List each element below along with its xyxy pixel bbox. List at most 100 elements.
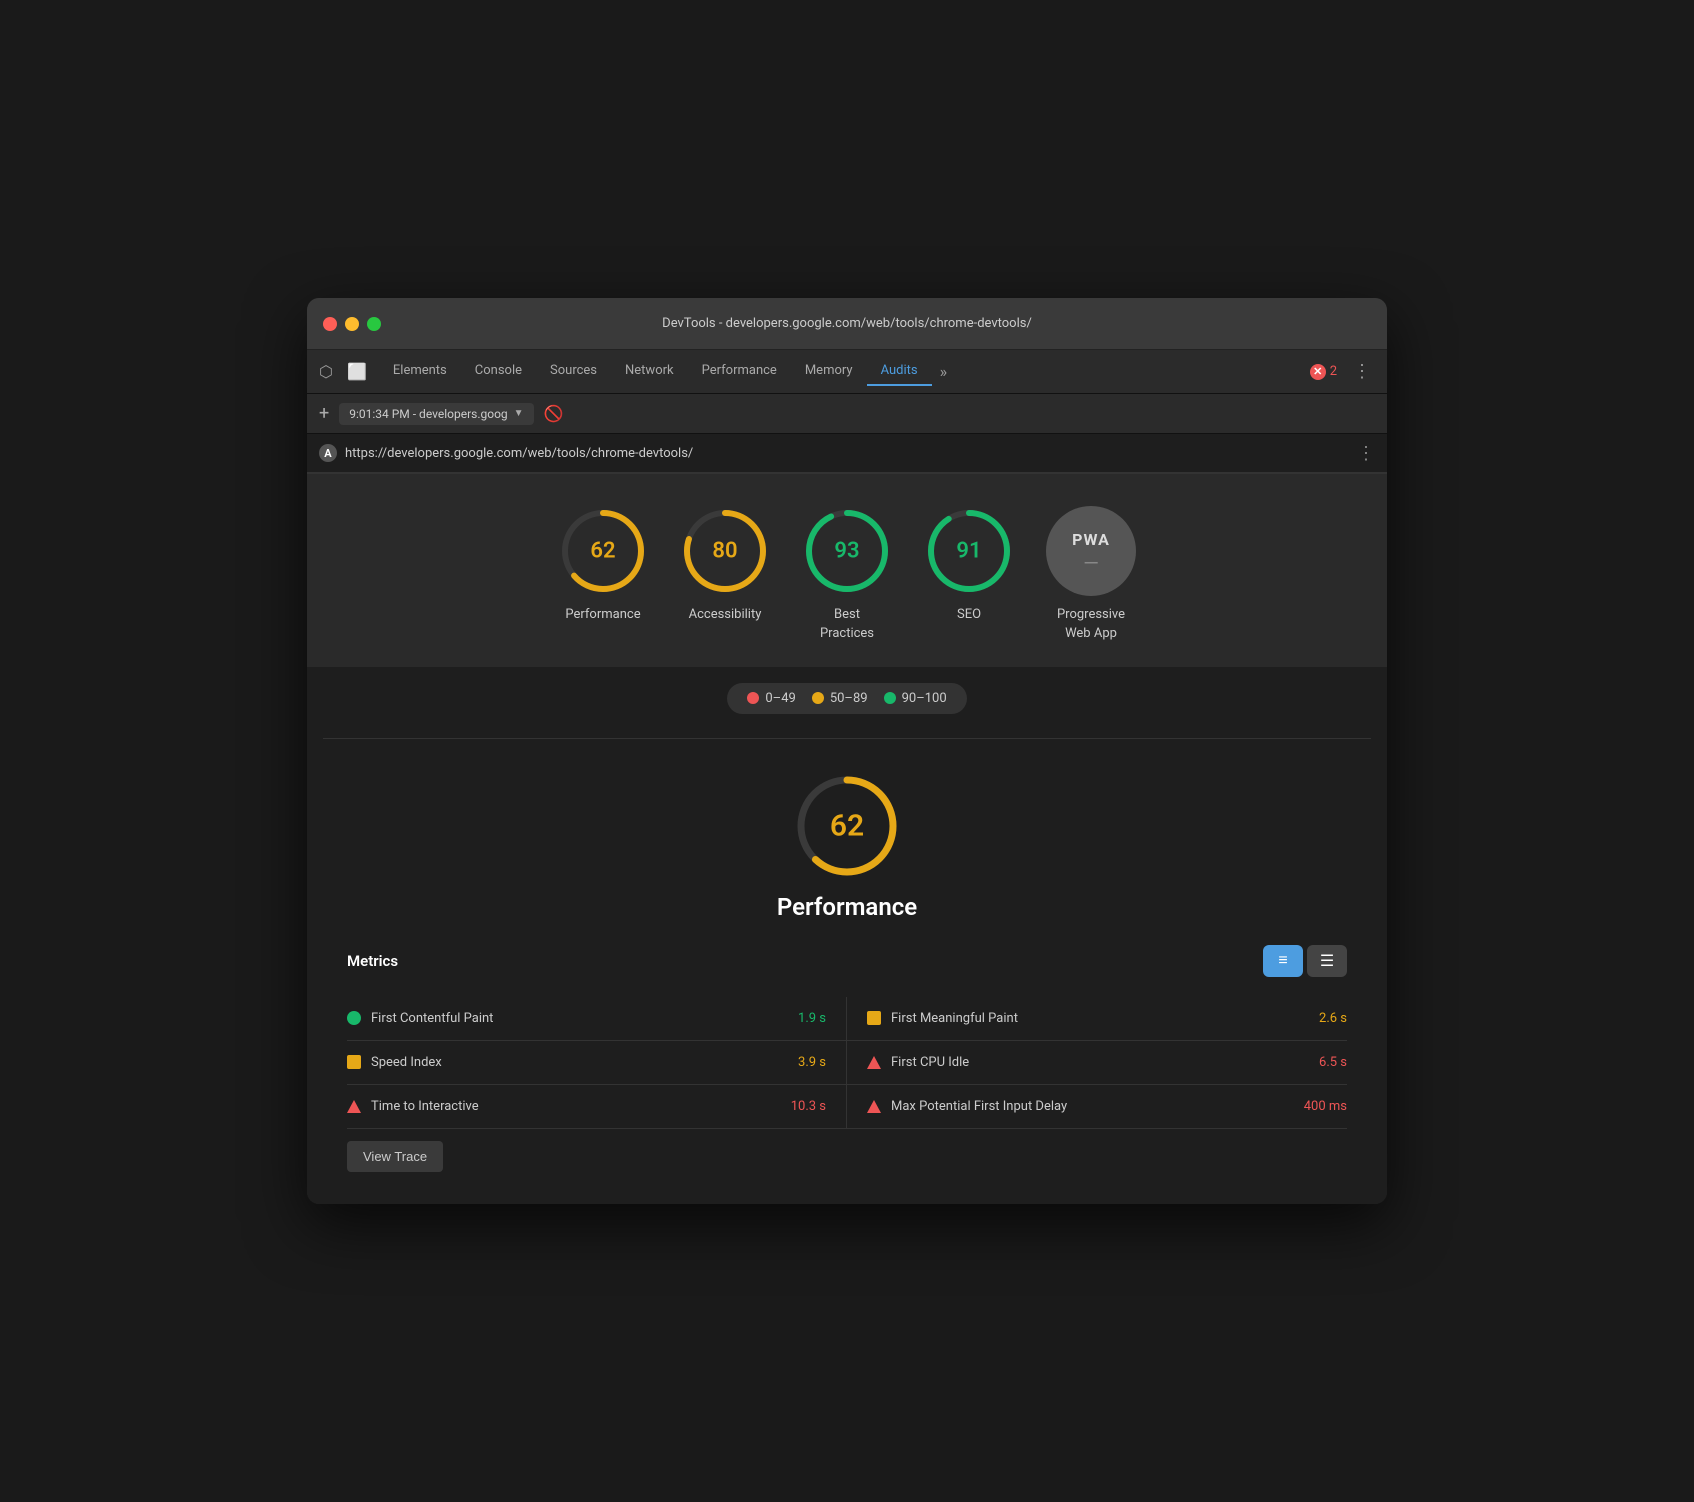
tab-sources[interactable]: Sources [536,357,611,386]
legend-item-low: 0–49 [747,691,795,706]
score-item-seo[interactable]: 91 SEO [924,506,1014,642]
score-value-best-practices: 93 [834,539,859,564]
score-value-seo: 91 [956,539,981,564]
devtools-tab-bar: ⬡ ⬜ Elements Console Sources Network Per… [307,350,1387,394]
metrics-header: Metrics ≡ ☰ [347,945,1347,981]
metrics-toggle: ≡ ☰ [1263,945,1347,977]
detail-score-label: Performance [777,893,917,921]
grid-icon: ≡ [1278,952,1287,970]
browser-window: DevTools - developers.google.com/web/too… [307,298,1387,1203]
view-trace-button[interactable]: View Trace [347,1141,443,1172]
tab-label-text: 9:01:34 PM - developers.goog [349,407,507,421]
score-label-performance: Performance [565,606,640,624]
metrics-title: Metrics [347,952,398,970]
minimize-button[interactable] [345,317,359,331]
metric-name-fcp: First Contentful Paint [371,1011,788,1026]
metric-value-si: 3.9 s [798,1055,826,1070]
score-item-best-practices[interactable]: 93 BestPractices [802,506,892,642]
url-bar: A https://developers.google.com/web/tool… [307,434,1387,474]
metrics-grid: First Contentful Paint 1.9 s Speed Index… [347,997,1347,1129]
devtools-menu-icon[interactable]: ⋮ [1345,357,1379,386]
window-title: DevTools - developers.google.com/web/too… [662,316,1032,331]
address-bar: + 9:01:34 PM - developers.goog ▼ 🚫 [307,394,1387,434]
metrics-column-right: First Meaningful Paint 2.6 s First CPU I… [847,997,1347,1129]
tab-memory[interactable]: Memory [791,357,867,386]
list-icon: ☰ [1320,951,1334,971]
metric-name-mpfid: Max Potential First Input Delay [891,1099,1294,1114]
maximize-button[interactable] [367,317,381,331]
metric-row-mpfid: Max Potential First Input Delay 400 ms [847,1085,1347,1129]
metric-icon-si [347,1055,361,1069]
new-tab-icon[interactable]: + [319,403,329,424]
close-button[interactable] [323,317,337,331]
main-content: 62 Performance 80 Accessibility [307,474,1387,1203]
score-label-pwa: ProgressiveWeb App [1057,606,1125,642]
tab-elements[interactable]: Elements [379,357,461,386]
toggle-grid-button[interactable]: ≡ [1263,945,1303,977]
score-item-performance[interactable]: 62 Performance [558,506,648,642]
toggle-list-button[interactable]: ☰ [1307,945,1347,977]
metric-row-tti: Time to Interactive 10.3 s [347,1085,847,1129]
metric-row-fci: First CPU Idle 6.5 s [847,1041,1347,1085]
legend-range-mid: 50–89 [830,691,868,706]
metric-name-si: Speed Index [371,1055,788,1070]
pwa-label: PWA [1072,530,1110,549]
title-bar: DevTools - developers.google.com/web/too… [307,298,1387,350]
score-overview: 62 Performance 80 Accessibility [307,474,1387,666]
tab-label[interactable]: 9:01:34 PM - developers.goog ▼ [339,403,533,425]
url-text[interactable]: https://developers.google.com/web/tools/… [345,446,1349,461]
score-item-accessibility[interactable]: 80 Accessibility [680,506,770,642]
score-value-accessibility: 80 [712,539,737,564]
error-badge[interactable]: ✕ 2 [1310,364,1337,380]
legend-dot-red [747,692,759,704]
tab-console[interactable]: Console [461,357,536,386]
legend-item-high: 90–100 [884,691,947,706]
metric-value-fci: 6.5 s [1319,1055,1347,1070]
metrics-column-left: First Contentful Paint 1.9 s Speed Index… [347,997,847,1129]
url-menu-icon[interactable]: ⋮ [1357,443,1375,464]
metric-row-fcp: First Contentful Paint 1.9 s [347,997,847,1041]
metric-icon-fcp [347,1011,361,1025]
legend-dot-orange [812,692,824,704]
error-icon: ✕ [1310,364,1326,380]
metric-row-fmp: First Meaningful Paint 2.6 s [847,997,1347,1041]
score-legend: 0–49 50–89 90–100 [307,683,1387,714]
score-circle-performance: 62 [558,506,648,596]
metric-name-tti: Time to Interactive [371,1099,781,1114]
legend-item-mid: 50–89 [812,691,868,706]
error-count: 2 [1330,364,1337,379]
score-item-pwa[interactable]: PWA — ProgressiveWeb App [1046,506,1136,642]
tab-audits[interactable]: Audits [867,357,932,386]
metric-icon-mpfid [867,1100,881,1113]
metric-icon-fci [867,1056,881,1069]
score-circle-accessibility: 80 [680,506,770,596]
metric-row-si: Speed Index 3.9 s [347,1041,847,1085]
legend-range-low: 0–49 [765,691,795,706]
tab-arrow-icon: ▼ [514,408,524,419]
metric-value-fcp: 1.9 s [798,1011,826,1026]
metric-value-mpfid: 400 ms [1304,1099,1347,1114]
metric-icon-fmp [867,1011,881,1025]
pwa-circle: PWA — [1046,506,1136,596]
metric-name-fmp: First Meaningful Paint [891,1011,1309,1026]
cursor-icon[interactable]: ⬡ [315,358,337,385]
dock-icon[interactable]: ⬜ [343,358,371,385]
legend-pill: 0–49 50–89 90–100 [727,683,966,714]
detail-score-circle: 62 [792,771,902,881]
metric-name-fci: First CPU Idle [891,1055,1309,1070]
bottom-hint: View Trace [347,1129,1347,1172]
tab-performance[interactable]: Performance [688,357,791,386]
score-label-accessibility: Accessibility [689,606,762,624]
score-circle-seo: 91 [924,506,1014,596]
legend-range-high: 90–100 [902,691,947,706]
legend-dot-green [884,692,896,704]
pwa-dash-icon: — [1083,553,1099,573]
detail-section: 62 Performance Metrics ≡ ☰ [307,739,1387,1204]
tab-network[interactable]: Network [611,357,688,386]
tab-overflow-icon[interactable]: » [932,356,956,387]
score-circle-best-practices: 93 [802,506,892,596]
metric-value-fmp: 2.6 s [1319,1011,1347,1026]
traffic-lights [323,317,381,331]
score-value-performance: 62 [590,539,615,564]
block-icon[interactable]: 🚫 [544,404,564,423]
